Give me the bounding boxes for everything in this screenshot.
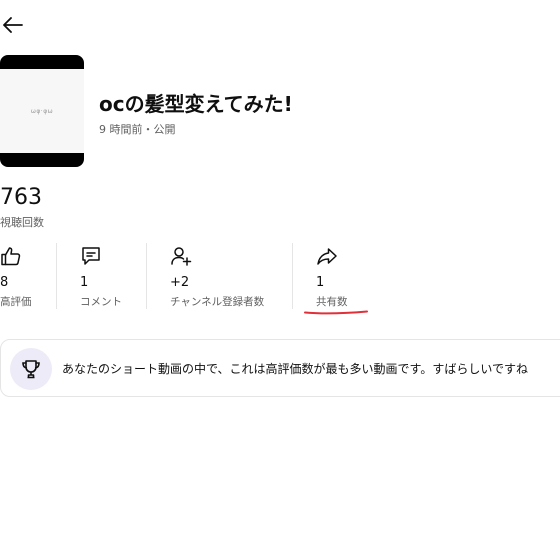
thumbnail-text: ωφ·φω [30, 107, 54, 115]
stat-subscribers-label: チャンネル登録者数 [170, 296, 265, 308]
stat-shares-label: 共有数 [316, 296, 348, 308]
trophy-badge [10, 348, 52, 390]
stats-row: 8 高評価 1 コメント +2 チャンネル登録者数 1 共有数 [0, 243, 560, 313]
views-count: 763 [0, 185, 42, 210]
insight-card: あなたのショート動画の中で、これは高評価数が最も多い動画です。すばらしいですね [0, 339, 560, 397]
video-title: ocの髪型変えてみた! [99, 92, 293, 116]
stat-likes-label: 高評価 [0, 296, 32, 308]
stat-comments-value: 1 [80, 275, 89, 290]
insight-text: あなたのショート動画の中で、これは高評価数が最も多い動画です。すばらしいですね [62, 362, 528, 376]
stat-comments[interactable]: 1 コメント [80, 243, 146, 309]
annotation-underline [304, 310, 368, 315]
stat-subscribers-value: +2 [170, 275, 190, 290]
stat-subscribers[interactable]: +2 チャンネル登録者数 [170, 243, 292, 309]
comment-icon [82, 247, 100, 265]
thumbnail-image: ωφ·φω [0, 69, 84, 153]
share-icon [317, 248, 337, 265]
add-subscriber-icon [171, 247, 192, 266]
views-label: 視聴回数 [0, 216, 44, 229]
stat-shares-value: 1 [316, 275, 325, 290]
thumbs-up-icon [1, 247, 21, 266]
video-thumbnail[interactable]: ωφ·φω [0, 55, 84, 167]
stat-likes-value: 8 [0, 275, 9, 290]
video-analytics-page: ωφ·φω ocの髪型変えてみた! 9 時間前・公開 763 視聴回数 8 高評… [0, 0, 560, 560]
video-meta: 9 時間前・公開 [99, 123, 176, 136]
stat-comments-label: コメント [80, 296, 122, 308]
trophy-icon [22, 360, 40, 379]
stat-divider [146, 243, 147, 309]
stat-shares[interactable]: 1 共有数 [316, 243, 376, 309]
arrow-left-icon [3, 17, 23, 33]
stat-divider [56, 243, 57, 309]
stat-divider [292, 243, 293, 309]
stat-likes[interactable]: 8 高評価 [0, 243, 56, 309]
back-button[interactable] [0, 12, 26, 38]
